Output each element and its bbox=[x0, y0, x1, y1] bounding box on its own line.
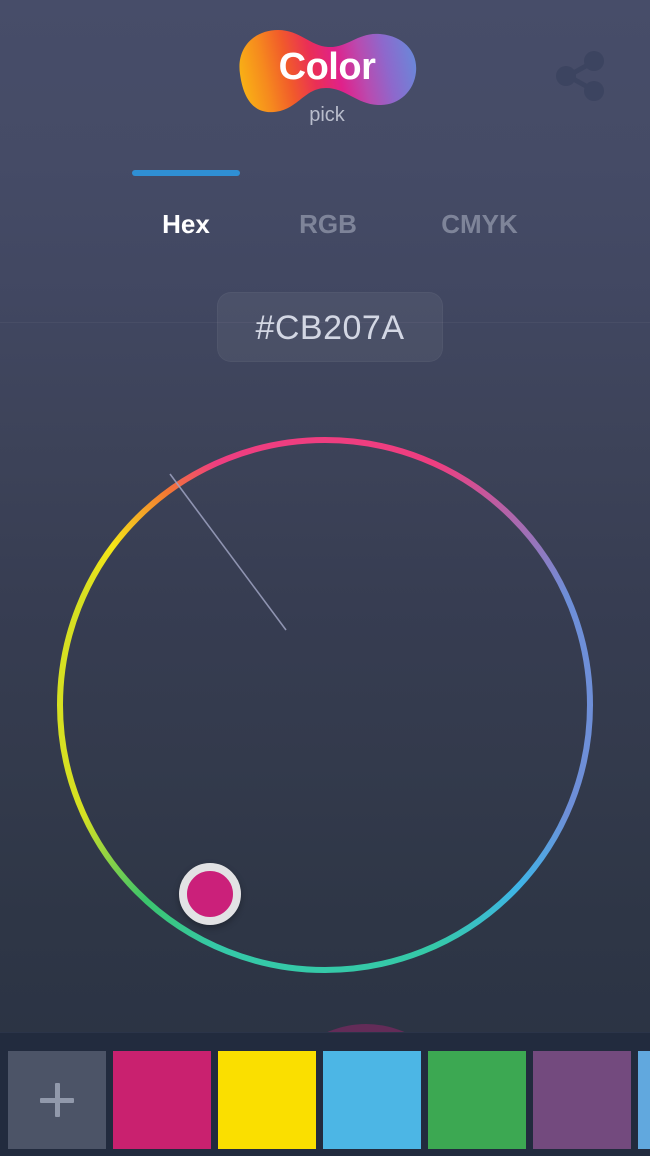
tab-rgb-label: RGB bbox=[299, 209, 357, 239]
hue-handle[interactable] bbox=[179, 863, 241, 925]
color-wheel-ring[interactable] bbox=[40, 420, 610, 1010]
tab-cmyk-label: CMYK bbox=[441, 209, 518, 239]
swatch-blue[interactable] bbox=[323, 1051, 421, 1149]
tab-rgb[interactable]: RGB bbox=[248, 170, 408, 256]
swatch-magenta[interactable] bbox=[113, 1051, 211, 1149]
tab-cmyk[interactable]: CMYK bbox=[392, 170, 567, 256]
color-picker-app: Color pick Hex RGB CMYK #CB207A bbox=[0, 0, 650, 1156]
logo-title: Color bbox=[278, 46, 376, 88]
wheel-connector-line bbox=[169, 473, 287, 631]
saved-swatches-bar bbox=[0, 1032, 650, 1156]
app-header: Color pick bbox=[0, 0, 650, 150]
format-tabs: Hex RGB CMYK bbox=[0, 170, 650, 256]
logo-subtitle: pick bbox=[309, 104, 345, 126]
tab-active-indicator bbox=[132, 170, 240, 176]
color-wheel[interactable] bbox=[40, 420, 610, 1156]
swatch-purple[interactable] bbox=[533, 1051, 631, 1149]
swatch-yellow[interactable] bbox=[218, 1051, 316, 1149]
plus-icon-vertical bbox=[54, 1083, 60, 1117]
swatch-lightblue[interactable] bbox=[638, 1051, 650, 1149]
swatch-row bbox=[8, 1051, 650, 1149]
hex-input-field[interactable]: #CB207A bbox=[217, 292, 443, 362]
share-icon bbox=[556, 51, 604, 101]
tab-hex[interactable]: Hex bbox=[106, 170, 266, 256]
tab-hex-label: Hex bbox=[162, 209, 210, 239]
add-swatch[interactable] bbox=[8, 1051, 106, 1149]
hex-input-value: #CB207A bbox=[255, 309, 405, 347]
share-button[interactable] bbox=[551, 47, 609, 105]
swatch-green[interactable] bbox=[428, 1051, 526, 1149]
